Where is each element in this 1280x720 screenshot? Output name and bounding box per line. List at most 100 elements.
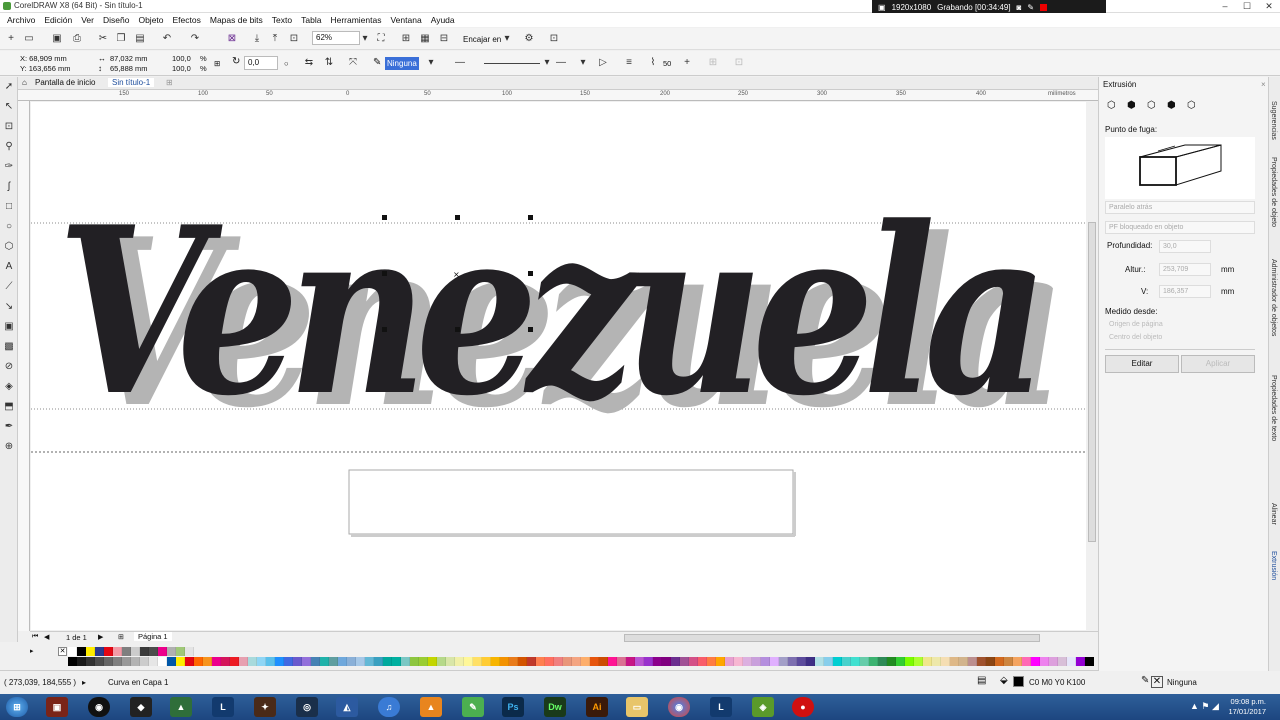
parallel-dimension-icon[interactable]: ⟋ <box>0 277 18 297</box>
fill-icon[interactable]: ⬙ <box>1000 675 1008 686</box>
rulers-icon[interactable]: ⊞ <box>399 32 413 46</box>
color-swatch[interactable] <box>473 657 482 666</box>
color-swatch[interactable] <box>635 657 644 666</box>
color-swatch[interactable] <box>158 657 167 666</box>
camera-icon[interactable]: ◙ <box>1017 3 1022 12</box>
zoom-dropdown-icon[interactable]: ▾ <box>358 32 372 46</box>
color-swatch[interactable] <box>194 657 203 666</box>
color-swatch[interactable] <box>806 657 815 666</box>
color-swatch[interactable] <box>779 657 788 666</box>
mirror-horizontal-icon[interactable]: ⇆ <box>302 56 316 70</box>
color-swatch[interactable] <box>185 657 194 666</box>
add-page-icon[interactable]: ⊞ <box>118 633 124 641</box>
color-swatch[interactable] <box>122 647 131 656</box>
color-swatch[interactable] <box>536 657 545 666</box>
minimize-icon[interactable]: – <box>1214 0 1236 13</box>
color-swatch[interactable] <box>365 657 374 666</box>
color-swatch[interactable] <box>86 657 95 666</box>
color-swatch[interactable] <box>257 657 266 666</box>
illustrator-icon[interactable]: Ai <box>586 697 608 717</box>
redo-icon[interactable]: ↷ <box>188 32 202 46</box>
color-swatch[interactable] <box>1085 657 1094 666</box>
color-swatch[interactable] <box>95 647 104 656</box>
new-document-icon[interactable]: + <box>4 32 18 46</box>
color-swatch[interactable] <box>599 657 608 666</box>
side-tab-extrusion[interactable]: Extrusión <box>1270 551 1277 580</box>
color-swatch[interactable] <box>374 657 383 666</box>
color-swatch[interactable] <box>1022 657 1031 666</box>
color-swatch[interactable] <box>581 657 590 666</box>
color-swatch[interactable] <box>698 657 707 666</box>
color-swatch[interactable] <box>248 657 257 666</box>
no-outline-swatch[interactable]: ✕ <box>1151 676 1163 688</box>
extrude-bevel-icon[interactable]: ⬡ <box>1187 100 1196 111</box>
color-swatch[interactable] <box>455 657 464 666</box>
artistic-media-icon[interactable]: ʃ <box>0 177 18 197</box>
color-swatch[interactable] <box>662 657 671 666</box>
dreamweaver-icon[interactable]: Dw <box>544 697 566 717</box>
color-swatch[interactable] <box>932 657 941 666</box>
color-swatch[interactable] <box>140 647 149 656</box>
width-field[interactable]: 87,032 mm <box>110 54 148 63</box>
taskbar-app-icon[interactable]: ✎ <box>462 697 484 717</box>
prev-page-icon[interactable]: ◀ <box>44 633 49 641</box>
color-swatch[interactable] <box>302 657 311 666</box>
menu-texto[interactable]: Texto <box>268 13 297 27</box>
color-swatch[interactable] <box>239 657 248 666</box>
open-icon[interactable]: ▭ <box>22 32 36 46</box>
color-swatch[interactable] <box>824 657 833 666</box>
color-swatch[interactable] <box>329 657 338 666</box>
smoothing-icon[interactable]: ⌇ <box>646 56 660 70</box>
guidelines-icon[interactable]: ⊟ <box>437 32 451 46</box>
text-tool-icon[interactable]: A <box>0 257 18 277</box>
menu-edicion[interactable]: Edición <box>40 13 77 27</box>
interactive-fill-icon[interactable]: ◈ <box>0 377 18 397</box>
publish-pdf-icon[interactable]: ⊡ <box>287 32 301 46</box>
color-swatch[interactable] <box>968 657 977 666</box>
close-curve-icon[interactable]: ▷ <box>596 56 610 70</box>
color-swatch[interactable] <box>347 657 356 666</box>
horizontal-ruler[interactable]: 150 100 50 0 50 100 150 200 250 300 350 … <box>18 90 1098 101</box>
docker-close-icon[interactable]: × <box>1261 80 1266 89</box>
grid-icon[interactable]: ▦ <box>418 32 432 46</box>
undo-icon[interactable]: ↶ <box>160 32 174 46</box>
menu-herramientas[interactable]: Herramientas <box>326 13 386 27</box>
color-swatch[interactable] <box>320 657 329 666</box>
next-page-icon[interactable]: ▶ <box>98 633 103 641</box>
options-gear-icon[interactable]: ⚙ <box>522 32 536 46</box>
color-swatch[interactable] <box>356 657 365 666</box>
extrude-type-select[interactable]: Paralelo atrás <box>1105 201 1255 214</box>
home-icon[interactable]: ⌂ <box>22 78 27 87</box>
color-swatch[interactable] <box>131 647 140 656</box>
first-page-icon[interactable]: ⏮ <box>32 633 38 641</box>
color-swatch[interactable] <box>203 657 212 666</box>
depth-input[interactable]: 30,0 <box>1159 240 1211 253</box>
line-style-select[interactable] <box>484 63 540 64</box>
color-swatch[interactable] <box>995 657 1004 666</box>
color-swatch[interactable] <box>1031 657 1040 666</box>
connector-tool-icon[interactable]: ↘ <box>0 297 18 317</box>
color-swatch[interactable] <box>122 657 131 666</box>
color-swatch[interactable] <box>1049 657 1058 666</box>
menu-diseno[interactable]: Diseño <box>99 13 134 27</box>
color-swatch[interactable] <box>266 657 275 666</box>
color-swatch[interactable] <box>500 657 509 666</box>
height-field[interactable]: 65,888 mm <box>110 64 148 73</box>
fill-swatch[interactable] <box>1013 676 1024 687</box>
save-icon[interactable]: ▣ <box>50 32 64 46</box>
recorder-icon[interactable]: ● <box>792 697 814 717</box>
menu-archivo[interactable]: Archivo <box>3 13 40 27</box>
stop-record-button[interactable] <box>1040 3 1048 11</box>
trim-icon[interactable]: ⊞ <box>706 56 720 70</box>
transparency-tool-icon[interactable]: ▩ <box>0 337 18 357</box>
color-swatch[interactable] <box>1076 657 1085 666</box>
color-swatch[interactable] <box>176 657 185 666</box>
color-swatch[interactable] <box>77 657 86 666</box>
color-swatch[interactable] <box>986 657 995 666</box>
mirror-vertical-icon[interactable]: ⇅ <box>322 56 336 70</box>
color-swatch[interactable] <box>284 657 293 666</box>
smart-fill-icon[interactable]: ⬒ <box>0 397 18 417</box>
taskbar-app-icon[interactable]: ✦ <box>254 697 276 717</box>
snap-to-dropdown[interactable]: Encajar en <box>463 35 501 44</box>
color-swatch[interactable] <box>167 647 176 656</box>
